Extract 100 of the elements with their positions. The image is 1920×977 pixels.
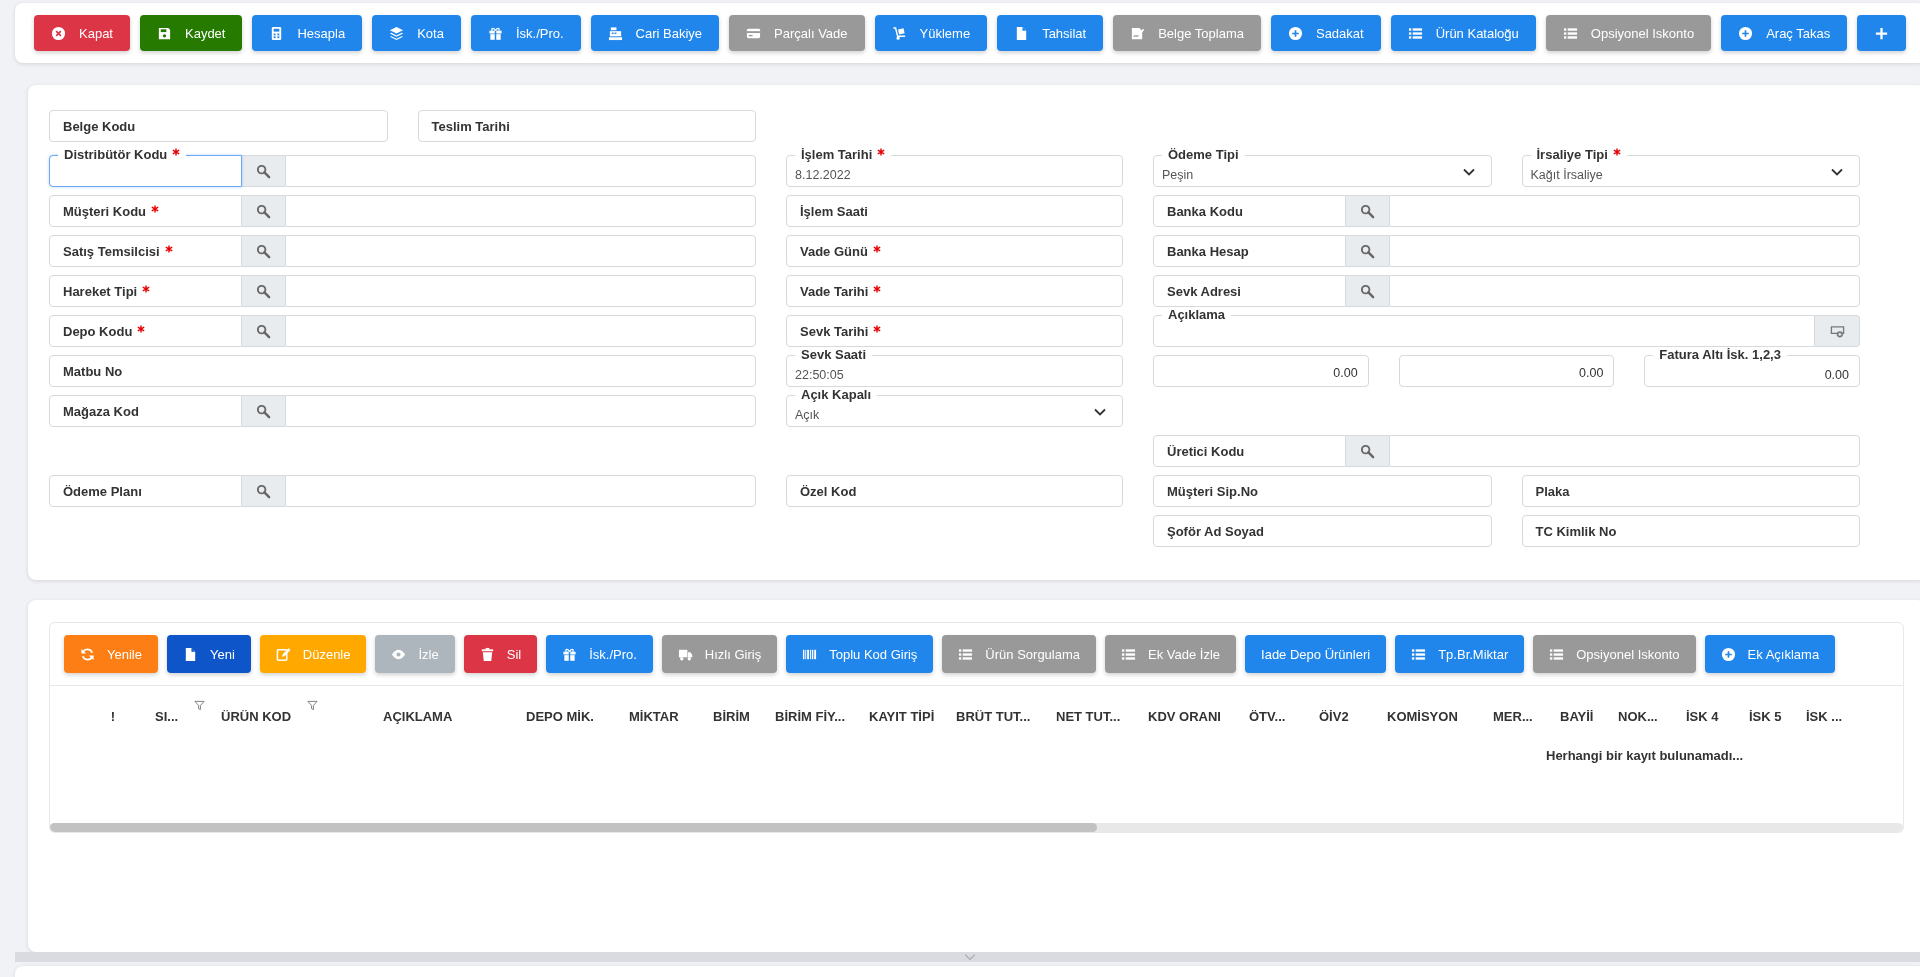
search-button[interactable]: [1346, 275, 1389, 307]
input-field[interactable]: [1389, 435, 1860, 467]
column-header[interactable]: NET TUT...: [1056, 700, 1121, 724]
column-header[interactable]: BRÜT TUT...: [956, 700, 1031, 724]
input-field[interactable]: [417, 110, 756, 142]
column-header[interactable]: SI...: [155, 700, 206, 724]
column-header[interactable]: DEPO MİK.: [526, 700, 594, 724]
input-field[interactable]: [1389, 275, 1860, 307]
input-field[interactable]: [49, 235, 242, 267]
scrollbar-thumb[interactable]: [50, 823, 1098, 832]
input-field[interactable]: [786, 475, 1123, 507]
toolbar-button[interactable]: Tp.Br.Miktar: [1395, 635, 1525, 673]
toolbar-button[interactable]: İsk./Pro.: [546, 635, 653, 673]
input-field[interactable]: [49, 395, 242, 427]
field-label: Banka Kodu: [1167, 204, 1243, 219]
column-header[interactable]: BİRİM: [713, 700, 750, 724]
search-button[interactable]: [242, 475, 285, 507]
toolbar-button[interactable]: Araç Takas: [1721, 15, 1848, 51]
column-header[interactable]: İSK 5: [1749, 700, 1782, 724]
toolbar-button[interactable]: Yeni: [166, 635, 251, 673]
filter-icon[interactable]: [194, 700, 206, 711]
input-field[interactable]: [49, 110, 388, 142]
search-button[interactable]: [242, 195, 285, 227]
list-icon: [1407, 25, 1423, 41]
column-header[interactable]: BİRİM FİY...: [775, 700, 846, 724]
toolbar-button[interactable]: Hesapla: [252, 15, 363, 51]
column-header[interactable]: NOK...: [1618, 700, 1658, 724]
number-field[interactable]: 0.00: [1153, 355, 1369, 387]
toolbar-button[interactable]: Iade Depo Ürünleri: [1245, 635, 1387, 673]
column-header[interactable]: ÖTV...: [1249, 700, 1286, 724]
toolbar-button[interactable]: Yükleme: [874, 15, 988, 51]
search-button[interactable]: [242, 395, 285, 427]
add-button[interactable]: [1857, 15, 1907, 51]
input-field[interactable]: [49, 275, 242, 307]
toolbar-button[interactable]: Sil: [463, 635, 538, 673]
input-field[interactable]: [49, 475, 242, 507]
toolbar-button[interactable]: Kaydet: [140, 15, 243, 51]
search-button[interactable]: [242, 315, 285, 347]
input-field[interactable]: [49, 355, 756, 387]
input-field[interactable]: [1153, 195, 1346, 227]
filter-icon[interactable]: [307, 700, 319, 711]
input-field[interactable]: [285, 395, 756, 427]
toolbar-button[interactable]: Tahsilat: [997, 15, 1104, 51]
field-label: Teslim Tarihi: [431, 119, 510, 134]
column-header[interactable]: KAYIT TİPİ: [869, 700, 935, 724]
column-header[interactable]: AÇIKLAMA: [383, 700, 453, 724]
field-label: Üretici Kodu: [1167, 444, 1245, 459]
input-field[interactable]: [1153, 475, 1492, 507]
input-field[interactable]: [285, 315, 756, 347]
input-field[interactable]: [285, 155, 756, 187]
add-comment-button[interactable]: [1815, 315, 1860, 347]
input-field[interactable]: [1389, 195, 1860, 227]
column-header[interactable]: İSK 4: [1686, 700, 1719, 724]
toolbar-button[interactable]: Cari Bakiye: [590, 15, 720, 51]
column-header[interactable]: BAYİİ: [1560, 700, 1594, 724]
search-button[interactable]: [1346, 435, 1389, 467]
search-button[interactable]: [1346, 195, 1389, 227]
column-header[interactable]: ÜRÜN KOD: [221, 700, 319, 724]
search-button[interactable]: [242, 275, 285, 307]
toolbar-button[interactable]: Ürün Kataloğu: [1390, 15, 1536, 51]
search-icon: [1360, 283, 1375, 299]
input-field[interactable]: [1153, 235, 1346, 267]
toolbar-button[interactable]: Kota: [372, 15, 461, 51]
search-button[interactable]: [242, 235, 285, 267]
input-field[interactable]: [786, 275, 1123, 307]
input-field[interactable]: [49, 315, 242, 347]
input-field[interactable]: [1153, 515, 1492, 547]
input-field[interactable]: [1153, 435, 1346, 467]
toolbar-button[interactable]: Sadakat: [1270, 15, 1381, 51]
toolbar-button[interactable]: Kapat: [34, 15, 130, 51]
column-header[interactable]: MİKTAR: [629, 700, 679, 724]
required-asterisk-icon: [172, 148, 181, 156]
search-button[interactable]: [1346, 235, 1389, 267]
input-field[interactable]: [1389, 235, 1860, 267]
field-value: 0.00: [1333, 366, 1358, 380]
column-header[interactable]: ÖİV2: [1319, 700, 1349, 724]
column-header[interactable]: KOMİSYON: [1387, 700, 1458, 724]
number-field[interactable]: 0.00: [1398, 355, 1615, 387]
input-field[interactable]: [1521, 515, 1860, 547]
input-field[interactable]: [786, 195, 1123, 227]
toolbar-button[interactable]: İsk./Pro.: [470, 15, 581, 51]
search-icon: [256, 203, 271, 219]
column-header[interactable]: MER...: [1493, 700, 1533, 724]
column-header[interactable]: KDV ORANI: [1148, 700, 1221, 724]
input-field[interactable]: [285, 275, 756, 307]
input-field[interactable]: [285, 195, 756, 227]
input-field[interactable]: [786, 235, 1123, 267]
toolbar-button[interactable]: Toplu Kod Giriş: [786, 635, 934, 673]
search-button[interactable]: [242, 155, 285, 187]
input-field[interactable]: [786, 315, 1123, 347]
horizontal-scrollbar[interactable]: [50, 823, 1904, 832]
toolbar-button[interactable]: Ek Açıklama: [1704, 635, 1836, 673]
input-field[interactable]: [285, 235, 756, 267]
input-field[interactable]: [1521, 475, 1860, 507]
input-field[interactable]: [1153, 275, 1346, 307]
input-field[interactable]: [285, 475, 756, 507]
input-field[interactable]: [49, 195, 242, 227]
column-header[interactable]: !: [110, 700, 115, 724]
column-header[interactable]: İSK ...: [1806, 700, 1843, 724]
field-label: Mağaza Kod: [63, 404, 139, 419]
